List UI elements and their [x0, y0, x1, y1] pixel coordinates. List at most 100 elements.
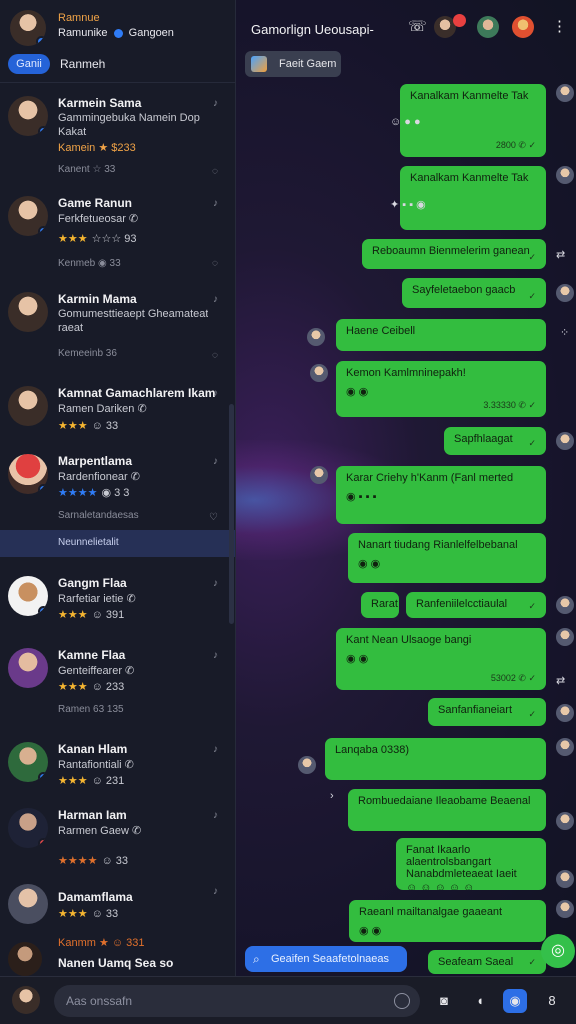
avatar [8, 884, 48, 924]
avatar [8, 808, 48, 848]
contact-preview-2: Kakat [58, 126, 87, 138]
contact-name: Gangm Flaa [58, 576, 127, 590]
group-chip[interactable]: Faeit Gaem [245, 51, 341, 77]
sender-avatar [307, 328, 325, 346]
profile-name: Ramnue [58, 12, 100, 24]
contact-preview: Gammingebuka Namein Dop [58, 112, 200, 124]
conversation-item[interactable]: Karmein Sama Gammingebuka Namein Dop Kak… [0, 88, 235, 178]
contact-preview: Gomumesttieaept Gheamateat [58, 308, 208, 320]
verified-badge-icon [38, 126, 48, 136]
contact-meta: Ramen 63 135 [58, 704, 124, 715]
forward-icon[interactable]: ⇄ [556, 248, 565, 261]
music-note-icon: ♪ [213, 198, 218, 209]
verified-badge-icon [38, 772, 48, 782]
contact-preview-2: raeat [58, 322, 84, 334]
chat-panel: Gamorlign Ueousapi- ☏ ⋮ Faeit Gaem Kanal… [236, 0, 576, 976]
music-note-icon: ♪ [213, 294, 218, 305]
contact-name: Karmin Mama [58, 292, 137, 306]
contact-name: Kamne Flaa [58, 648, 126, 662]
contact-name: Karmein Sama [58, 96, 142, 110]
message-bubble[interactable]: Nanart tiudang Rianlelfelbebanal ◉ ◉ [348, 533, 546, 583]
sender-avatar [556, 596, 574, 614]
message-bubble[interactable]: Ranfeniilelcctiaulal ✓ [406, 592, 546, 618]
microphone-icon[interactable]: ◖ [468, 989, 492, 1013]
music-note-icon: ♪ [213, 744, 218, 755]
message-bubble[interactable]: Lanqaba 0338) [325, 738, 546, 780]
message-bubble[interactable]: Kanalkam Kanmelte Tak 2800 ✆ ✓ [400, 84, 546, 157]
reaction-emoji: ✦ ▪ ▪ ◉ [390, 199, 426, 211]
music-note-icon: ♪ [213, 810, 218, 821]
rating-stars: ★★★ ☺ 233 [58, 681, 125, 693]
sender-avatar [298, 756, 316, 774]
music-note-icon: ♪ [213, 456, 218, 467]
clock-icon[interactable] [394, 993, 410, 1009]
rating-stars: ★★★★ ☺ 33 [58, 855, 128, 867]
notification-badge-icon[interactable] [453, 14, 466, 27]
profile-avatar[interactable] [10, 10, 46, 46]
participant-avatar[interactable] [477, 16, 499, 38]
contact-preview: Ramen Dariken ✆ [58, 403, 147, 415]
chat-bubble-icon: ◎ [551, 942, 565, 959]
contact-preview: Ferkfetueosar ✆ [58, 213, 139, 225]
rating-stars: ★★★ ☺ 33 [58, 908, 119, 920]
attach-icon[interactable]: 8 [540, 989, 564, 1013]
read-status-icon: ◌ [212, 258, 218, 269]
message-input[interactable]: Aas onssafn [54, 985, 420, 1017]
verified-badge-icon [36, 36, 46, 46]
filter-tabs: Ganii Ranmeh [0, 52, 235, 78]
tab-active[interactable]: Ganii [8, 54, 50, 74]
avatar [8, 576, 48, 616]
message-bubble[interactable]: Kemon Kamlmninepakh! ◉ ◉ 3.33330 ✆ ✓ [336, 361, 546, 417]
conversation-item[interactable]: Kanmm ★ ☺ 331 Nanen Uamq Sea so [0, 930, 235, 976]
camera-icon[interactable]: ◙ [432, 989, 456, 1013]
search-icon: ⌕ [253, 952, 260, 966]
music-note-icon: ♪ [213, 98, 218, 109]
sticker-icon[interactable]: ◉ [503, 989, 527, 1013]
avatar [8, 292, 48, 332]
participant-avatar[interactable] [512, 16, 534, 38]
sender-avatar [556, 704, 574, 722]
message-bubble[interactable]: Sayfeletaebon gaacb ✓ [402, 278, 546, 308]
rating-stars: ★★★ ☺ 33 [58, 420, 119, 432]
search-messages-button[interactable]: ⌕ Geaifen Seaafetolnaeas [245, 946, 407, 972]
more-options-icon[interactable]: ⋮ [552, 18, 567, 36]
avatar [8, 96, 48, 136]
message-bubble[interactable]: Kant Nean Ulsaoge bangi ◉ ◉ 53002 ✆ ✓ [336, 628, 546, 690]
sender-avatar [556, 900, 574, 918]
message-bubble[interactable]: Rarat [361, 592, 399, 618]
message-bubble[interactable]: Seafeam Saeal ✓ [428, 950, 546, 974]
verified-badge-icon [38, 484, 48, 494]
conversation-item[interactable]: Kamne Flaa Genteiffearer ✆ ★★★ ☺ 233 Rame… [0, 640, 235, 730]
sender-avatar [556, 432, 574, 450]
typing-dots-icon: ⁘ [560, 327, 570, 339]
group-thumbnail-icon [251, 56, 267, 72]
message-bubble[interactable]: Haene Ceibell [336, 319, 546, 351]
message-bubble[interactable]: Raeanl mailtanalgae gaaeant ◉ ◉ [349, 900, 546, 942]
selected-conversation-row[interactable]: Neunnelietalit [0, 530, 235, 557]
conversation-item[interactable]: Karmin Mama Gomumesttieaept Gheamateat r… [0, 284, 235, 374]
new-message-button[interactable]: ◎ [541, 934, 575, 968]
avatar [8, 196, 48, 236]
message-bubble[interactable]: Fanat Ikaarlo alaentrolsbangart Nanabdml… [396, 838, 546, 890]
music-note-icon: ♪ [213, 886, 218, 897]
contact-name: Game Ranun [58, 196, 133, 210]
scrollbar[interactable] [229, 404, 234, 624]
call-icon[interactable]: ☏ [408, 18, 427, 36]
contact-name: Kanan Hlam [58, 742, 128, 756]
message-bubble[interactable]: Sapfhlaagat ✓ [444, 427, 546, 455]
conversation-item[interactable]: Game Ranun Ferkfetueosar ✆ ★★★ ☆☆☆ 93 Ken… [0, 188, 235, 278]
conversation-item[interactable]: Marpentlama Rardenfionear ✆ ★★★★ ◉ 3 3 Sa… [0, 446, 235, 536]
message-bubble[interactable]: Rombuedaiane Ileaobame Beaenal [348, 789, 546, 831]
contact-meta: Kanent ☆ 33 [58, 164, 116, 175]
forward-icon[interactable]: ⇄ [556, 674, 565, 687]
message-bubble[interactable]: Sanfanfianeiart ✓ [428, 698, 546, 726]
music-note-icon: ♪ [213, 650, 218, 661]
message-bubble[interactable]: Reboaumn Bienmelerim ganean ✓ [362, 239, 546, 269]
chat-header: Gamorlign Ueousapi- ☏ ⋮ Faeit Gaem [236, 0, 576, 84]
profile-header[interactable]: Ramnue Ramunike Gangoen [0, 0, 235, 48]
self-avatar[interactable] [12, 986, 40, 1014]
message-bubble[interactable]: Karar Criehy h'Kanm (Fanl merted ◉ ▪ ▪ ▪ [336, 466, 546, 524]
tab-other[interactable]: Ranmeh [60, 57, 105, 71]
contact-meta: Kenmeb ◉ 33 [58, 258, 121, 269]
contact-name: Kamnat Gamachlarem Ikam [58, 386, 216, 400]
